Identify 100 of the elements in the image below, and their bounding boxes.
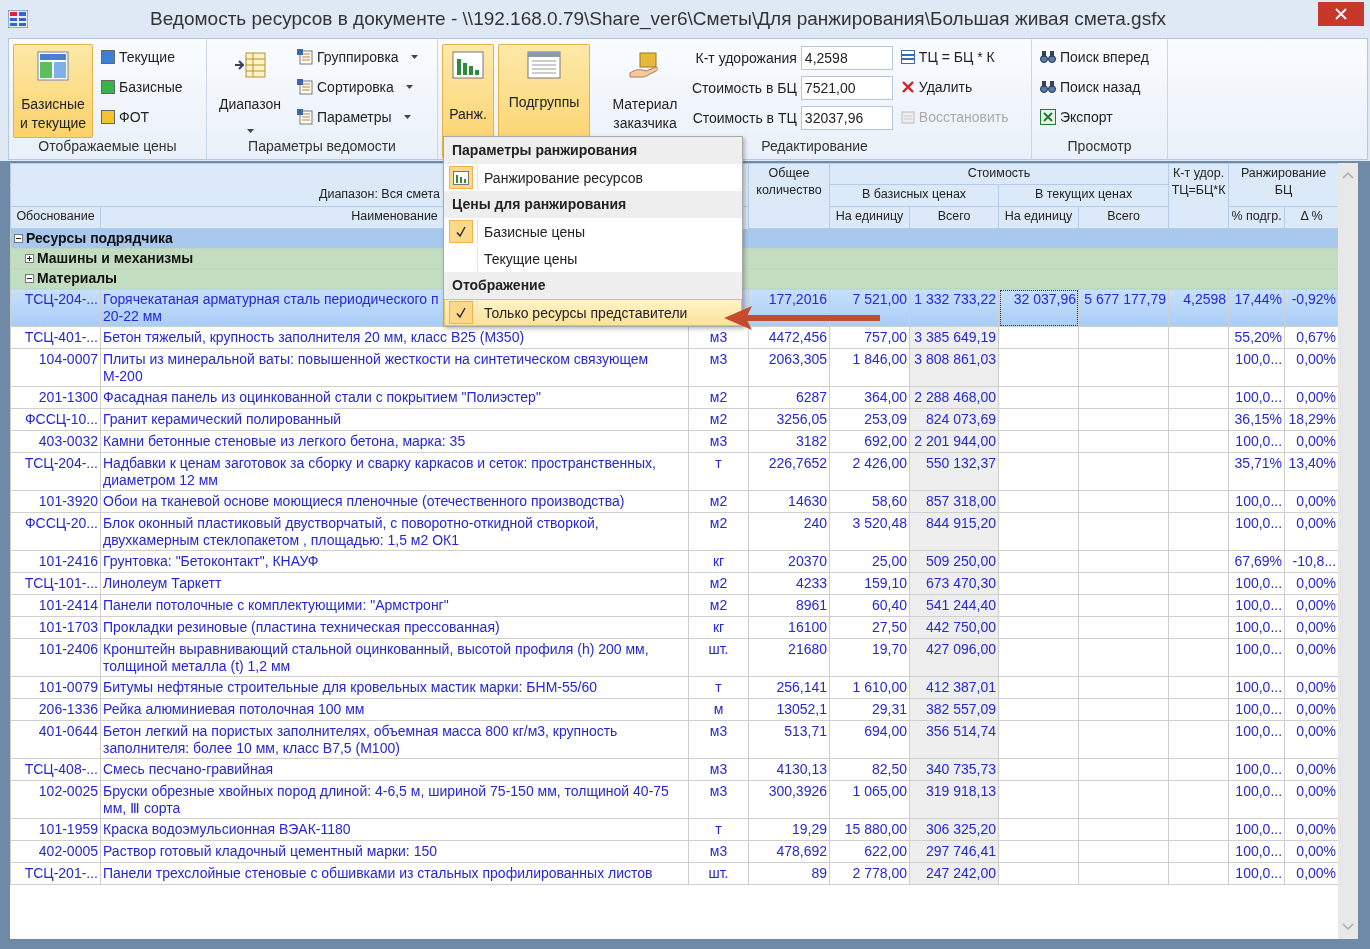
table-cell: 2063,305 [748, 348, 830, 387]
unit-cell: м3 [688, 840, 749, 863]
code-cell: ТСЦ-204-... [10, 288, 101, 327]
table-cell: 1 332 733,22 [909, 288, 999, 327]
code-cell: ФССЦ-20... [10, 512, 101, 551]
name-cell: Краска водоэмульсионная ВЭАК-1180 [100, 818, 689, 841]
table-cell: 13052,1 [748, 698, 830, 721]
code-cell: ТСЦ-408-... [10, 758, 101, 781]
code-cell: 403-0032 [10, 430, 101, 453]
group-label: Материалы [37, 270, 118, 286]
code-cell: 101-3920 [10, 490, 101, 513]
table-cell: 21680 [748, 638, 830, 677]
window-title: Ведомость ресурсов в документе - \\192.168.0.79\Share_ver6\Сметы\Для ранжирования\Большая живая смета.gsfx [149, 8, 1167, 30]
unit-cell: т [688, 676, 749, 699]
unit-cell: м2 [688, 594, 749, 617]
table-cell: 100,0... [1228, 780, 1285, 819]
table-cell: 513,71 [748, 720, 830, 759]
group-label: Отображаемые цены [37, 138, 178, 156]
table-cell: 3182 [748, 430, 830, 453]
table-cell: 20370 [748, 550, 830, 573]
name-cell: Линолеум Таркетт [100, 572, 689, 595]
menu-section-title: Отображение [444, 272, 742, 299]
code-cell: 101-0079 [10, 676, 101, 699]
unit-cell: м3 [688, 348, 749, 387]
table-cell: 100,0... [1228, 430, 1285, 453]
table-cell: 256,141 [748, 676, 830, 699]
table-cell: 253,09 [829, 408, 910, 431]
menu-section-title: Цены для ранжирования [444, 191, 742, 218]
code-cell: ТСЦ-101-... [10, 572, 101, 595]
unit-cell: шт. [688, 638, 749, 677]
code-cell: 401-0644 [10, 720, 101, 759]
code-cell: ТСЦ-401-... [10, 326, 101, 349]
table-cell: 36,15% [1228, 408, 1285, 431]
table-cell: 844 915,20 [909, 512, 999, 551]
table-cell: 100,0... [1228, 840, 1285, 863]
table-cell: 4,2598 [1168, 288, 1229, 327]
column-header: В базисных ценах [829, 184, 999, 207]
table-cell: -0,92% [1284, 288, 1338, 327]
table-cell: 319 918,13 [909, 780, 999, 819]
table-cell: 100,0... [1228, 638, 1285, 677]
code-cell: 101-2414 [10, 594, 101, 617]
table-cell: 100,0... [1228, 386, 1285, 409]
table-cell: 100,0... [1228, 594, 1285, 617]
unit-cell: м2 [688, 386, 749, 409]
unit-cell: т [688, 452, 749, 491]
table-cell: 3 520,48 [829, 512, 910, 551]
code-cell: 102-0025 [10, 780, 101, 819]
table-cell: 100,0... [1228, 818, 1285, 841]
table-cell: 55,20% [1228, 326, 1285, 349]
table-cell: 300,3926 [748, 780, 830, 819]
table-cell: 6287 [748, 386, 830, 409]
group-label: Просмотр [1066, 138, 1133, 156]
table-cell: 89 [748, 862, 830, 885]
table-cell: 2 778,00 [829, 862, 910, 885]
table-cell: 25,00 [829, 550, 910, 573]
name-cell: Прокладки резиновые (пластина техническая прессованная) [100, 616, 689, 639]
name-cell: Грунтовка: "Бетоконтакт", КНАУФ [100, 550, 689, 573]
name-cell: Гранит керамический полированный [100, 408, 689, 431]
unit-cell: м [688, 698, 749, 721]
name-cell: Бетон легкий на пористых заполнителях, объемная масса 800 кг/м3, крупность заполнителя: более 10 мм, класс В7,5 (М100) [100, 720, 689, 759]
unit-cell: кг [688, 550, 749, 573]
name-cell: Панели трехслойные стеновые с обшивками из стальных профилированных листов [100, 862, 689, 885]
name-cell: Рейка алюминиевая потолочная 100 мм [100, 698, 689, 721]
table-cell: 100,0... [1228, 862, 1285, 885]
table-cell: 100,0... [1228, 698, 1285, 721]
unit-cell: т [688, 818, 749, 841]
table-cell: 60,40 [829, 594, 910, 617]
table-cell: 32 037,96 [998, 288, 1079, 327]
unit-cell: м2 [688, 490, 749, 513]
unit-cell: кг [688, 616, 749, 639]
code-cell: 201-1300 [10, 386, 101, 409]
name-cell: Фасадная панель из оцинкованной стали с покрытием "Полиэстер" [100, 386, 689, 409]
table-cell: 427 096,00 [909, 638, 999, 677]
menu-section-title: Параметры ранжирования [444, 137, 742, 164]
table-cell: 19,70 [829, 638, 910, 677]
table-cell: 5 677 177,79 [1078, 288, 1169, 327]
table-cell: 100,0... [1228, 616, 1285, 639]
unit-cell: м2 [688, 408, 749, 431]
table-cell: 58,60 [829, 490, 910, 513]
table-cell: 4233 [748, 572, 830, 595]
name-cell: Плиты из минеральной ваты: повышенной жесткости на синтетическом связующем М-200 [100, 348, 689, 387]
table-cell: 14630 [748, 490, 830, 513]
table-cell: 100,0... [1228, 720, 1285, 759]
unit-cell: м3 [688, 430, 749, 453]
table-cell: 8961 [748, 594, 830, 617]
table-cell: 550 132,37 [909, 452, 999, 491]
code-cell: 104-0007 [10, 348, 101, 387]
unit-cell: м3 [688, 758, 749, 781]
table-cell: 159,10 [829, 572, 910, 595]
table-cell: 100,0... [1228, 572, 1285, 595]
code-cell: 101-1959 [10, 818, 101, 841]
name-cell: Блок оконный пластиковый двустворчатый, с поворотно-откидной створкой, двухкамерным стеклопакетом , площадью: 1,5 м2 ОК1 [100, 512, 689, 551]
table-cell: 364,00 [829, 386, 910, 409]
table-cell: 27,50 [829, 616, 910, 639]
code-cell: 101-2406 [10, 638, 101, 677]
table-cell: 692,00 [829, 430, 910, 453]
table-cell: 478,692 [748, 840, 830, 863]
table-cell: 240 [748, 512, 830, 551]
table-cell: 3256,05 [748, 408, 830, 431]
column-header: Ранжирование БЦ [1228, 163, 1338, 207]
